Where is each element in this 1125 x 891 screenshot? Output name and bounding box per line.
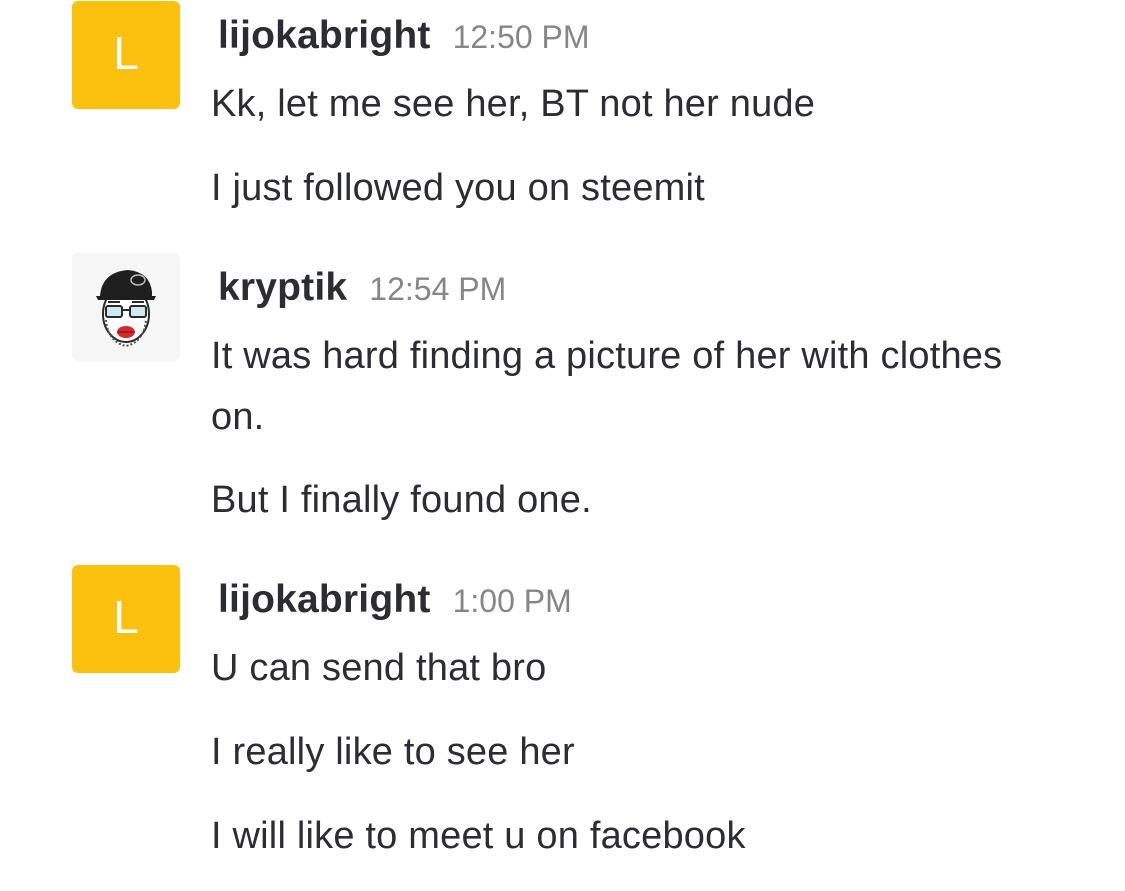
timestamp[interactable]: 12:50 PM	[453, 19, 590, 55]
message-header: kryptik 12:54 PM	[218, 266, 506, 310]
avatar-lijokabright[interactable]: L	[72, 565, 180, 673]
message-text: U can send that bro	[211, 647, 547, 689]
message-text: I will like to meet u on facebook	[211, 815, 746, 857]
message-text: But I finally found one.	[211, 479, 592, 521]
timestamp[interactable]: 1:00 PM	[453, 583, 572, 619]
username[interactable]: lijokabright	[218, 14, 431, 57]
username[interactable]: lijokabright	[218, 578, 431, 621]
username[interactable]: kryptik	[218, 266, 347, 309]
cartoon-face-with-cap-and-glasses-icon	[96, 270, 156, 348]
message-header: lijokabright 12:50 PM	[218, 14, 590, 58]
avatar-lijokabright[interactable]: L	[72, 1, 180, 109]
timestamp[interactable]: 12:54 PM	[369, 271, 506, 307]
message-text: Kk, let me see her, BT not her nude	[211, 83, 816, 125]
message-text: It was hard finding a picture of her wit…	[211, 335, 1003, 438]
message-text: I really like to see her	[211, 731, 575, 773]
message-header: lijokabright 1:00 PM	[218, 578, 572, 622]
avatar-kryptik[interactable]	[72, 253, 180, 361]
message-text: I just followed you on steemit	[211, 167, 705, 209]
